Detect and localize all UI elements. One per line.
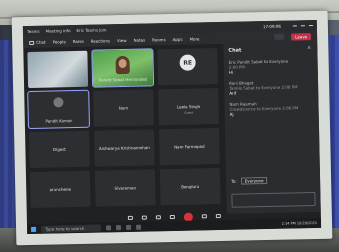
close-icon[interactable]: × [307, 45, 311, 51]
teams-window: Teams Meeting info Eric Teams Join 17:09… [22, 19, 322, 235]
taskbar-clock: 2:14 PM 10/28/2021 [281, 220, 318, 226]
chat-message: Rani Bhagat Tamile Sabat to Everyone 2:0… [229, 79, 313, 96]
camera-toggle[interactable] [274, 33, 285, 40]
participant-name: Nam [118, 105, 129, 111]
participant-tile[interactable]: Digest [29, 130, 90, 168]
participant-tile[interactable]: Nam Farmapad [159, 128, 220, 166]
chat-title: Chat [228, 47, 242, 54]
share-icon[interactable] [155, 215, 161, 220]
toolbar-chat[interactable]: Chat [29, 39, 46, 45]
settings-icon[interactable] [201, 214, 207, 219]
participant-name [28, 83, 88, 84]
chat-input[interactable] [231, 192, 316, 208]
participant-video [115, 55, 130, 75]
toolbar-notes[interactable]: Notes [134, 37, 146, 42]
camera-icon[interactable] [141, 215, 147, 220]
participant-tile[interactable]: Aishwarya Krishnamohan [94, 129, 155, 167]
chat-message: Nam Raamah Crowdsource to Everyone 3:06 … [229, 100, 313, 117]
participant-name: Bengluru [181, 183, 200, 190]
title-item[interactable]: Eric Teams Join [76, 27, 106, 33]
participant-name: Aishwarya Krishnamohan [98, 144, 150, 152]
toolbar-people[interactable]: People [52, 39, 65, 44]
participant-name: Pandit Kumar [45, 118, 73, 124]
participant-name: Pandit Sabat Hernandez [98, 76, 148, 83]
title-item[interactable]: Teams [27, 28, 40, 33]
participant-name: Nam Farmapad [174, 143, 205, 150]
teams-icon[interactable] [136, 224, 142, 230]
participant-tile[interactable]: Leela Singh Guest [158, 88, 219, 126]
to-label: To: [231, 178, 237, 184]
toolbar-raise[interactable]: Raise [73, 38, 84, 43]
participant-tile[interactable]: arunchene [29, 170, 91, 208]
toolbar-view[interactable]: View [117, 37, 127, 42]
leave-button[interactable]: Leave [291, 32, 312, 40]
participant-gallery: Pandit Sabat Hernandez RE Pandit Kumar N… [27, 48, 222, 212]
window-controls[interactable] [292, 24, 313, 26]
participant-name: arunchene [49, 186, 71, 193]
chat-message: Eric Pandit Sabat to Everyone 2:00 PM Hi [229, 58, 313, 75]
participant-role: Guest [184, 110, 194, 115]
participant-name: Sivaraman [114, 185, 137, 191]
toolbar-more[interactable]: More [189, 36, 199, 41]
chat-recipient-row: To: Everyone [231, 177, 268, 185]
close-icon[interactable] [308, 24, 313, 26]
more-icon[interactable] [169, 214, 175, 220]
participant-tile[interactable]: Pandit Kumar [27, 89, 90, 130]
participant-tile[interactable] [27, 50, 89, 89]
mic-icon[interactable] [127, 215, 133, 220]
toolbar-reactions[interactable]: Reactions [91, 38, 111, 43]
participant-avatar [53, 97, 64, 108]
participant-tile[interactable]: RE [157, 48, 219, 86]
explorer-icon[interactable] [116, 224, 122, 230]
meeting-timer: 17:09:06 [262, 23, 281, 29]
minimize-icon[interactable] [292, 24, 297, 26]
participant-tile[interactable]: Nam [93, 89, 154, 127]
toolbar-apps[interactable]: Apps [173, 36, 183, 41]
toolbar-rooms[interactable]: Rooms [152, 37, 166, 42]
windows-start-icon[interactable] [31, 226, 37, 232]
participant-tile[interactable]: Sivaraman [94, 169, 156, 207]
participant-name: Leela Singh [176, 103, 201, 110]
participant-name: Digest [52, 146, 66, 152]
participant-tile[interactable]: Bengluru [159, 168, 221, 206]
projector-screen: Teams Meeting info Eric Teams Join 17:09… [11, 10, 333, 246]
maximize-icon[interactable] [300, 24, 305, 26]
taskview-icon[interactable] [106, 224, 112, 230]
recipient-select[interactable]: Everyone [240, 177, 268, 185]
taskbar-search[interactable]: Type here to search [41, 224, 102, 233]
volume-icon[interactable] [215, 214, 221, 219]
chat-icon [29, 40, 35, 45]
toolbar-label: Chat [36, 39, 46, 45]
participant-tile[interactable]: Pandit Sabat Hernandez [91, 48, 155, 88]
title-item[interactable]: Meeting info [46, 28, 71, 34]
participant-avatar: RE [179, 54, 196, 72]
chat-panel: Chat × Eric Pandit Sabat to Everyone 2:0… [223, 41, 321, 214]
browser-icon[interactable] [126, 224, 132, 230]
